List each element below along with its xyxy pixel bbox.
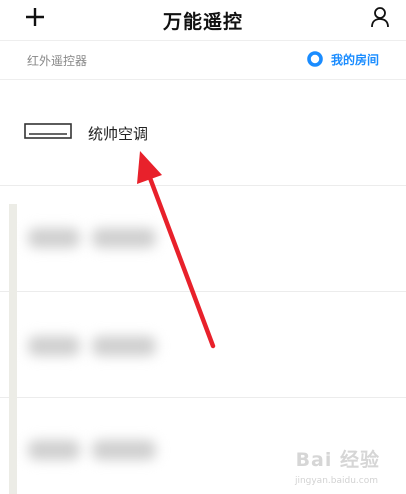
app-screen: 万能遥控 红外遥控器 我的房间 统帅空调 Bai 经验 jingyan.baid… (0, 0, 406, 494)
my-room-button[interactable]: 我的房间 (306, 50, 379, 68)
add-button[interactable] (24, 6, 46, 28)
ring-icon (307, 51, 323, 67)
section-label: 红外遥控器 (27, 54, 88, 68)
user-profile-button[interactable] (370, 6, 390, 28)
header-bar: 万能遥控 (0, 0, 406, 40)
my-room-label: 我的房间 (330, 52, 379, 67)
watermark-url: jingyan.baidu.com (294, 476, 378, 486)
device-name: 统帅空调 (88, 125, 149, 143)
section-header: 红外遥控器 我的房间 (0, 40, 406, 80)
plus-icon (26, 8, 44, 26)
device-item-air-conditioner[interactable]: 统帅空调 (0, 80, 406, 186)
page-title: 万能遥控 (162, 10, 243, 33)
air-conditioner-icon (24, 123, 72, 139)
watermark-logo: Bai 经验 (295, 449, 380, 471)
user-icon (371, 7, 389, 28)
edge-strip (9, 204, 17, 494)
blurred-list-item (0, 292, 406, 398)
blurred-list-item (0, 186, 406, 292)
